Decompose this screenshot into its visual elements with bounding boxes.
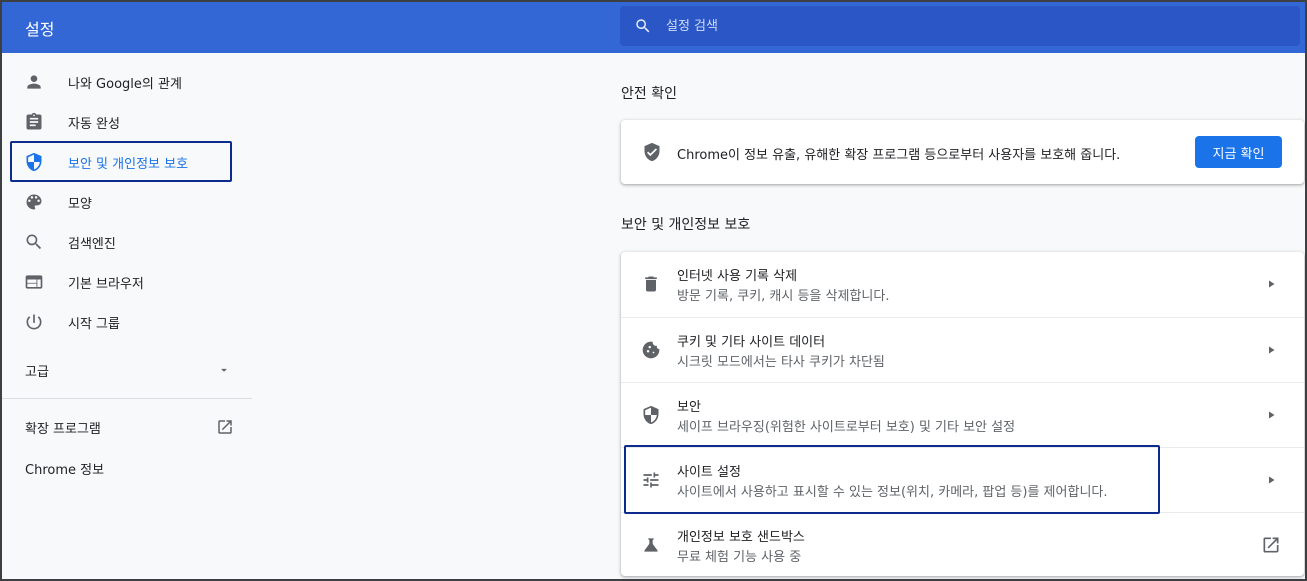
security-row[interactable]: 보안 세이프 브라우징(위험한 사이트로부터 보호) 및 기타 보안 설정 (621, 382, 1304, 447)
sidebar-item-label: 시작 그룹 (68, 316, 120, 332)
sidebar-advanced-toggle[interactable]: 고급 (2, 349, 252, 389)
tune-icon (643, 472, 659, 488)
sidebar-item-label: 자동 완성 (68, 116, 120, 132)
row-title: 인터넷 사용 기록 삭제 (677, 269, 798, 284)
sidebar-item-label: 나와 Google의 관계 (68, 76, 182, 92)
privacy-section-title: 보안 및 개인정보 보호 (621, 217, 751, 233)
sidebar-item-about-chrome[interactable]: Chrome 정보 (2, 453, 252, 483)
clipboard-icon (26, 112, 42, 130)
sidebar: 나와 Google의 관계 자동 완성 보안 및 개인정보 보호 모양 검색엔진… (2, 53, 252, 581)
sidebar-item-you-and-google[interactable]: 나와 Google의 관계 (2, 62, 252, 102)
browser-window-icon (25, 275, 43, 289)
check-now-button[interactable]: 지금 확인 (1195, 136, 1282, 168)
sidebar-item-search-engine[interactable]: 검색엔진 (2, 222, 252, 262)
privacy-sandbox-row[interactable]: 개인정보 보호 샌드박스 무료 체험 기능 사용 중 (621, 512, 1304, 577)
person-icon (27, 75, 41, 89)
sidebar-item-label: 검색엔진 (68, 236, 116, 252)
search-icon (26, 234, 42, 250)
search-box[interactable] (620, 6, 1300, 46)
safety-check-card: Chrome이 정보 유출, 유해한 확장 프로그램 등으로부터 사용자를 보호… (621, 120, 1304, 184)
shield-icon (26, 152, 42, 172)
about-label: Chrome 정보 (25, 463, 105, 478)
row-subtitle: 세이프 브라우징(위험한 사이트로부터 보호) 및 기타 보안 설정 (677, 420, 1016, 435)
safety-check-section-title: 안전 확인 (621, 86, 677, 102)
shield-check-icon (644, 142, 660, 162)
privacy-card: 인터넷 사용 기록 삭제 방문 기록, 쿠키, 캐시 등을 삭제합니다. 쿠키 … (621, 252, 1304, 576)
chevron-down-icon (221, 368, 227, 372)
sidebar-item-default-browser[interactable]: 기본 브라우저 (2, 262, 252, 302)
advanced-label: 고급 (25, 365, 49, 380)
page-title: 설정 (25, 20, 55, 39)
row-subtitle: 사이트에서 사용하고 표시할 수 있는 정보(위치, 카메라, 팝업 등)를 제… (677, 485, 1108, 500)
cookie-icon (642, 341, 660, 359)
row-title: 보안 (677, 400, 701, 415)
open-in-new-icon (218, 420, 232, 434)
search-icon (636, 19, 650, 33)
row-title: 쿠키 및 기타 사이트 데이터 (677, 335, 826, 350)
flask-icon (644, 538, 658, 552)
search-input[interactable] (666, 6, 1286, 46)
row-title: 개인정보 보호 샌드박스 (677, 530, 805, 545)
arrow-right-icon (1269, 280, 1275, 288)
sidebar-item-autofill[interactable]: 자동 완성 (2, 102, 252, 142)
sidebar-item-label: 보안 및 개인정보 보호 (68, 156, 189, 172)
arrow-right-icon (1269, 411, 1275, 419)
power-icon (26, 314, 42, 330)
sidebar-item-extensions[interactable]: 확장 프로그램 (2, 409, 252, 445)
arrow-right-icon (1269, 476, 1275, 484)
safety-check-message: Chrome이 정보 유출, 유해한 확장 프로그램 등으로부터 사용자를 보호… (677, 148, 1121, 163)
row-subtitle: 방문 기록, 쿠키, 캐시 등을 삭제합니다. (677, 289, 890, 304)
arrow-right-icon (1269, 346, 1275, 354)
site-settings-row[interactable]: 사이트 설정 사이트에서 사용하고 표시할 수 있는 정보(위치, 카메라, 팝… (621, 447, 1304, 512)
sidebar-item-label: 모양 (68, 196, 92, 212)
sidebar-divider (2, 398, 252, 399)
sidebar-item-on-startup[interactable]: 시작 그룹 (2, 302, 252, 342)
open-in-new-icon (1263, 537, 1279, 553)
row-title: 사이트 설정 (677, 465, 741, 480)
trash-icon (645, 276, 657, 292)
sidebar-item-privacy-security[interactable]: 보안 및 개인정보 보호 (2, 142, 252, 182)
row-subtitle: 시크릿 모드에서는 타사 쿠키가 차단됨 (677, 355, 885, 370)
clear-browsing-data-row[interactable]: 인터넷 사용 기록 삭제 방문 기록, 쿠키, 캐시 등을 삭제합니다. (621, 252, 1304, 317)
settings-header: 설정 (2, 2, 1305, 53)
row-subtitle: 무료 체험 기능 사용 중 (677, 550, 802, 565)
shield-icon (643, 405, 659, 425)
sidebar-item-appearance[interactable]: 모양 (2, 182, 252, 222)
extensions-label: 확장 프로그램 (25, 422, 101, 437)
palette-icon (26, 194, 42, 210)
cookies-row[interactable]: 쿠키 및 기타 사이트 데이터 시크릿 모드에서는 타사 쿠키가 차단됨 (621, 317, 1304, 382)
sidebar-item-label: 기본 브라우저 (68, 276, 144, 292)
